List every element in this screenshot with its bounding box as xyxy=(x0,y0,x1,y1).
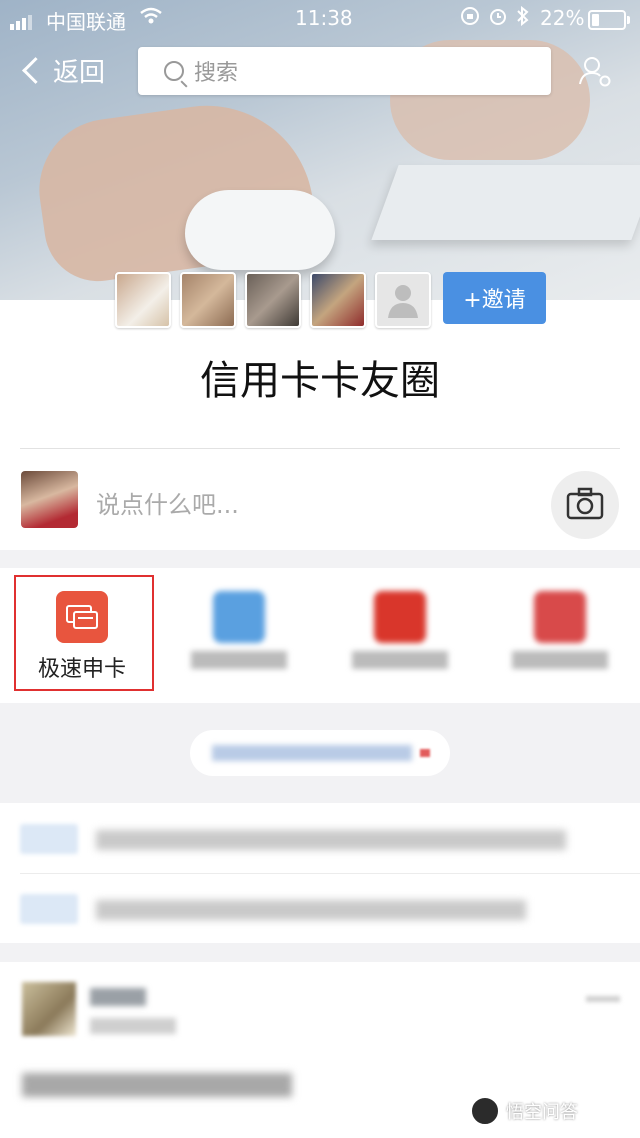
pinned-posts xyxy=(0,803,640,943)
lock-rotation-icon xyxy=(460,6,480,31)
post-input[interactable]: 说点什么吧... xyxy=(96,485,239,520)
page-title: 信用卡卡友圈 xyxy=(200,358,440,404)
battery-percent: 22% xyxy=(540,6,585,30)
avatar[interactable] xyxy=(115,272,171,328)
camera-icon xyxy=(566,487,604,520)
clock-time: 11:38 xyxy=(295,6,353,30)
watermark-text: 悟空问答 xyxy=(506,1102,578,1123)
watermark: 悟空问答 xyxy=(470,1096,578,1126)
blurred-icon xyxy=(374,591,426,643)
post-author[interactable] xyxy=(90,988,146,1006)
quick-action-blurred-4[interactable] xyxy=(495,575,625,669)
chevron-left-icon xyxy=(22,57,49,84)
back-label: 返回 xyxy=(53,58,106,88)
post-text[interactable] xyxy=(22,1073,292,1097)
camera-button[interactable] xyxy=(551,471,619,539)
list-item[interactable] xyxy=(0,803,640,873)
person-icon xyxy=(388,285,418,318)
avatar[interactable] xyxy=(22,982,76,1036)
quick-action-blurred-3[interactable] xyxy=(335,575,465,669)
announcement-pill[interactable] xyxy=(190,730,450,776)
signal-icon xyxy=(10,6,34,30)
more-icon[interactable] xyxy=(586,996,620,1002)
list-item[interactable] xyxy=(0,873,640,943)
member-settings-icon[interactable] xyxy=(578,54,612,88)
search-placeholder: 搜索 xyxy=(194,61,239,86)
announcement-text xyxy=(212,745,412,761)
quick-action-blurred-2[interactable] xyxy=(174,575,304,669)
blurred-icon xyxy=(534,591,586,643)
my-avatar[interactable] xyxy=(21,471,78,528)
blurred-icon xyxy=(213,591,265,643)
search-input[interactable]: 搜索 xyxy=(138,47,551,95)
divider xyxy=(20,448,620,449)
member-avatars: +邀请 xyxy=(115,272,546,328)
highlight-box xyxy=(14,575,154,691)
wifi-icon xyxy=(140,6,162,30)
alarm-icon xyxy=(488,6,508,31)
battery-icon xyxy=(588,10,630,30)
avatar[interactable] xyxy=(245,272,301,328)
post-time xyxy=(90,1018,176,1034)
group-cover-image xyxy=(0,0,640,300)
avatar[interactable] xyxy=(375,272,431,328)
invite-button[interactable]: +邀请 xyxy=(443,272,546,324)
new-dot xyxy=(420,749,430,757)
bluetooth-icon xyxy=(516,5,530,31)
search-icon xyxy=(164,61,184,81)
carrier-label: 中国联通 xyxy=(46,10,126,34)
watermark-logo-icon xyxy=(470,1096,500,1126)
avatar[interactable] xyxy=(180,272,236,328)
back-button[interactable]: 返回 xyxy=(22,52,106,89)
avatar[interactable] xyxy=(310,272,366,328)
status-bar: 中国联通 11:38 22% xyxy=(0,0,640,36)
